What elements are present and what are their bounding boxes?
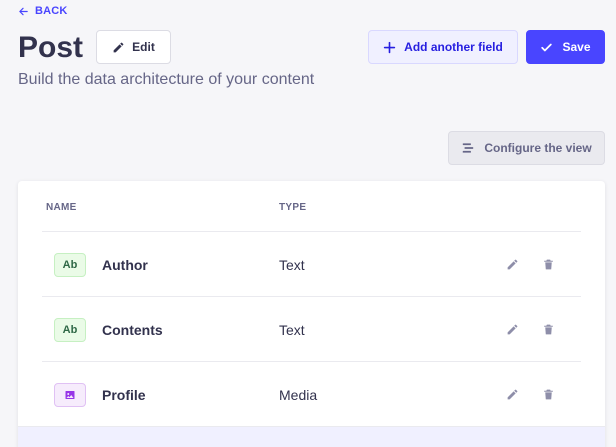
save-button[interactable]: Save — [526, 30, 605, 64]
table-row: Ab Contents Text — [42, 296, 581, 361]
save-label: Save — [562, 40, 591, 54]
back-label: BACK — [35, 5, 68, 17]
edit-button[interactable]: Edit — [96, 30, 171, 64]
field-type: Media — [279, 387, 318, 403]
delete-field-button[interactable] — [540, 256, 556, 272]
pencil-icon — [507, 389, 517, 399]
pencil-icon — [507, 259, 517, 269]
edit-label: Edit — [132, 40, 155, 54]
pencil-icon — [507, 324, 517, 334]
fields-table: NAME TYPE Ab Author Text Ab Contents Tex… — [18, 181, 605, 447]
card-footer — [18, 426, 605, 447]
page-subtitle: Build the data architecture of your cont… — [18, 71, 315, 88]
add-another-field-label: Add another field — [404, 40, 503, 54]
layout-icon — [463, 143, 474, 153]
field-type: Text — [279, 257, 305, 273]
page-title: Post — [18, 31, 84, 64]
delete-field-button[interactable] — [540, 321, 556, 337]
trash-icon — [543, 324, 553, 334]
plus-icon — [383, 41, 396, 53]
check-icon — [541, 43, 553, 51]
table-header: NAME TYPE — [18, 181, 605, 232]
arrow-left-icon — [19, 7, 28, 15]
media-type-badge — [54, 383, 86, 407]
delete-field-button[interactable] — [540, 386, 556, 402]
pencil-icon — [113, 42, 124, 52]
trash-icon — [543, 389, 553, 399]
edit-field-button[interactable] — [504, 256, 520, 272]
field-name: Contents — [102, 322, 163, 338]
field-type: Text — [279, 322, 305, 338]
content-type-builder-page: BACK Post Edit Add another field Save Bu… — [0, 0, 616, 447]
table-row: Ab Author Text — [42, 231, 581, 296]
column-header-type: TYPE — [279, 202, 307, 213]
column-header-name: NAME — [46, 202, 77, 213]
table-row: Profile Media — [42, 361, 581, 426]
configure-view-label: Configure the view — [484, 141, 592, 155]
text-type-badge: Ab — [54, 318, 86, 342]
trash-icon — [543, 259, 553, 269]
media-icon — [65, 391, 75, 399]
text-type-badge: Ab — [54, 253, 86, 277]
add-another-field-button[interactable]: Add another field — [368, 30, 518, 64]
edit-field-button[interactable] — [504, 321, 520, 337]
edit-field-button[interactable] — [504, 386, 520, 402]
configure-view-button[interactable]: Configure the view — [448, 131, 605, 165]
table-body: Ab Author Text Ab Contents Text Profile … — [42, 231, 581, 426]
field-name: Author — [102, 257, 148, 273]
field-name: Profile — [102, 387, 146, 403]
back-link[interactable]: BACK — [18, 5, 68, 17]
